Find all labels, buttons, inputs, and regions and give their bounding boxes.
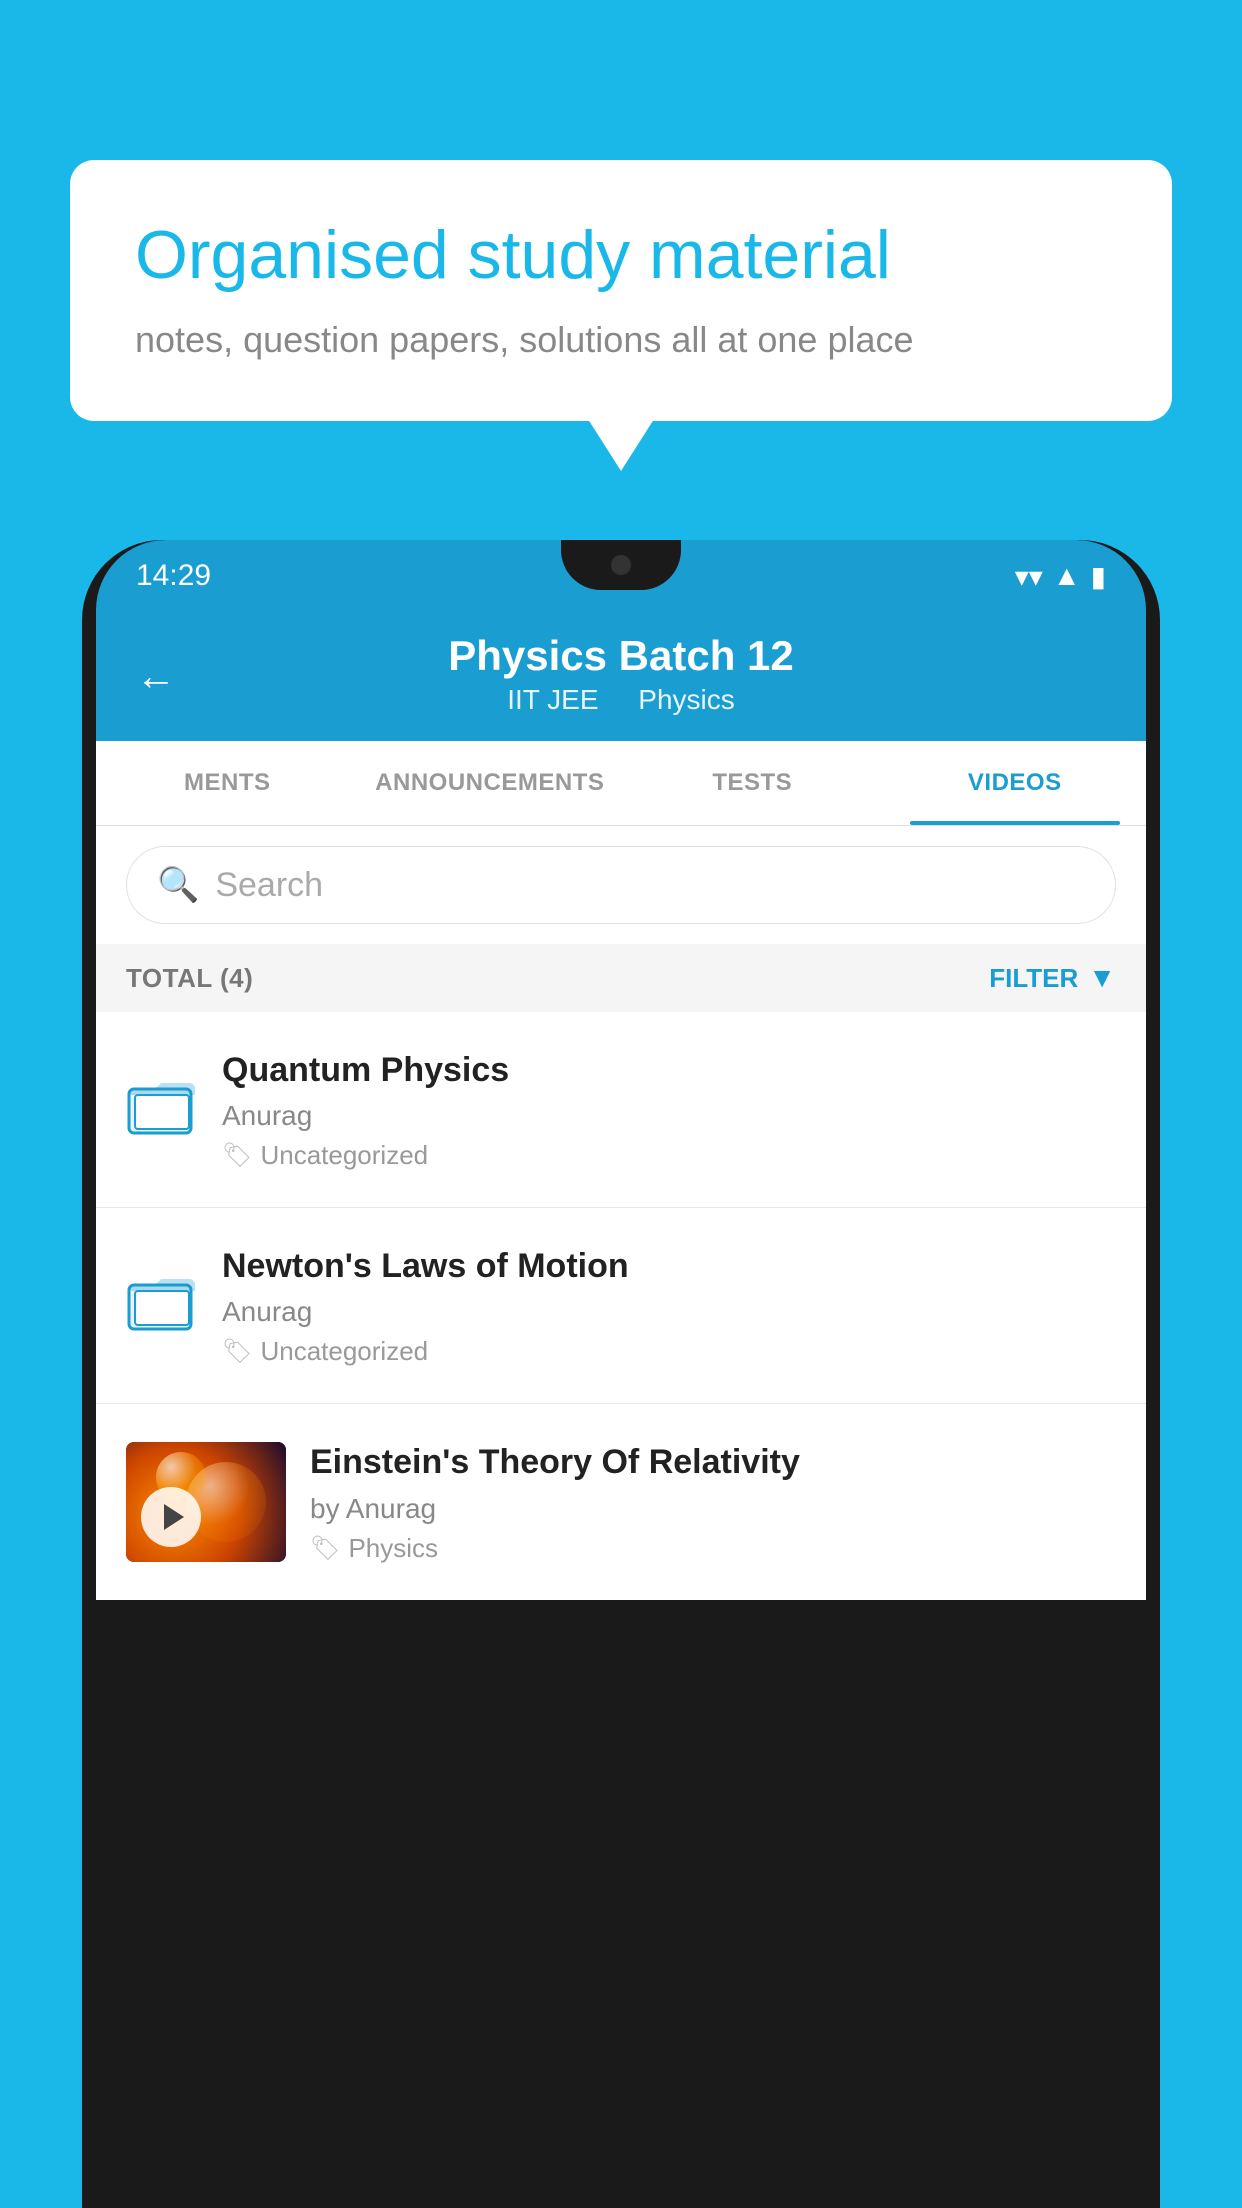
video-thumbnail-3	[126, 1442, 286, 1562]
tag-icon: 🏷	[310, 1534, 340, 1563]
video-info-2: Newton's Laws of Motion Anurag 🏷 Uncateg…	[222, 1244, 1116, 1367]
list-item[interactable]: Newton's Laws of Motion Anurag 🏷 Uncateg…	[96, 1208, 1146, 1404]
tag-label: Physics	[348, 1533, 438, 1564]
video-title: Newton's Laws of Motion	[222, 1244, 1116, 1288]
header-subtitle: IIT JEE Physics	[136, 684, 1106, 716]
battery-icon: ▮	[1091, 560, 1106, 593]
tab-videos[interactable]: VIDEOS	[884, 741, 1147, 825]
list-item[interactable]: Einstein's Theory Of Relativity by Anura…	[96, 1404, 1146, 1599]
thumb-background	[126, 1442, 286, 1562]
tabs-bar: MENTS ANNOUNCEMENTS TESTS VIDEOS	[96, 741, 1146, 826]
search-placeholder: Search	[215, 866, 323, 905]
total-count: TOTAL (4)	[126, 963, 253, 994]
status-icons: ▾▾ ▲ ▮	[1015, 560, 1106, 593]
tag-icon: 🏷	[222, 1141, 252, 1170]
folder-icon	[127, 1067, 197, 1153]
status-bar: 14:29 ▾▾ ▲ ▮	[96, 540, 1146, 612]
folder-thumb-2	[126, 1261, 198, 1351]
filter-button[interactable]: FILTER ▼	[989, 962, 1116, 994]
bubble-subtitle: notes, question papers, solutions all at…	[135, 319, 1107, 361]
video-tag: 🏷 Uncategorized	[222, 1140, 1116, 1171]
header-subtitle-left: IIT JEE	[507, 684, 598, 715]
tag-label: Uncategorized	[260, 1336, 428, 1367]
video-author: Anurag	[222, 1100, 1116, 1132]
video-author: by Anurag	[310, 1493, 1116, 1525]
tag-label: Uncategorized	[260, 1140, 428, 1171]
speech-bubble-container: Organised study material notes, question…	[70, 160, 1172, 421]
search-icon: 🔍	[157, 865, 199, 905]
filter-label: FILTER	[989, 963, 1078, 994]
video-author: Anurag	[222, 1296, 1116, 1328]
video-tag: 🏷 Uncategorized	[222, 1336, 1116, 1367]
search-bar[interactable]: 🔍 Search	[126, 846, 1116, 924]
filter-bar: TOTAL (4) FILTER ▼	[96, 944, 1146, 1012]
video-info-1: Quantum Physics Anurag 🏷 Uncategorized	[222, 1048, 1116, 1171]
play-button[interactable]	[141, 1487, 201, 1547]
signal-icon: ▲	[1053, 560, 1081, 592]
bubble-title: Organised study material	[135, 215, 1107, 297]
speech-bubble: Organised study material notes, question…	[70, 160, 1172, 421]
video-title: Quantum Physics	[222, 1048, 1116, 1092]
tab-tests[interactable]: TESTS	[621, 741, 884, 825]
folder-icon	[127, 1263, 197, 1349]
notch	[561, 540, 681, 590]
phone-inner: 14:29 ▾▾ ▲ ▮ ← Physics Batch 12 IIT JEE …	[96, 540, 1146, 2208]
filter-icon: ▼	[1088, 962, 1116, 994]
wifi-icon: ▾▾	[1015, 560, 1043, 593]
folder-thumb-1	[126, 1065, 198, 1155]
tag-icon: 🏷	[222, 1337, 252, 1366]
tab-ments[interactable]: MENTS	[96, 741, 359, 825]
status-time: 14:29	[136, 559, 211, 593]
header-subtitle-right: Physics	[638, 684, 734, 715]
video-info-3: Einstein's Theory Of Relativity by Anura…	[310, 1440, 1116, 1563]
back-button[interactable]: ←	[136, 654, 176, 699]
video-tag: 🏷 Physics	[310, 1533, 1116, 1564]
list-item[interactable]: Quantum Physics Anurag 🏷 Uncategorized	[96, 1012, 1146, 1208]
play-icon	[164, 1504, 184, 1530]
search-container: 🔍 Search	[96, 826, 1146, 944]
video-list: Quantum Physics Anurag 🏷 Uncategorized	[96, 1012, 1146, 1600]
tab-announcements[interactable]: ANNOUNCEMENTS	[359, 741, 622, 825]
camera-icon	[611, 555, 631, 575]
app-header: ← Physics Batch 12 IIT JEE Physics	[96, 612, 1146, 741]
phone-frame: 14:29 ▾▾ ▲ ▮ ← Physics Batch 12 IIT JEE …	[82, 540, 1160, 2208]
header-title: Physics Batch 12	[136, 632, 1106, 680]
video-title: Einstein's Theory Of Relativity	[310, 1440, 1116, 1484]
